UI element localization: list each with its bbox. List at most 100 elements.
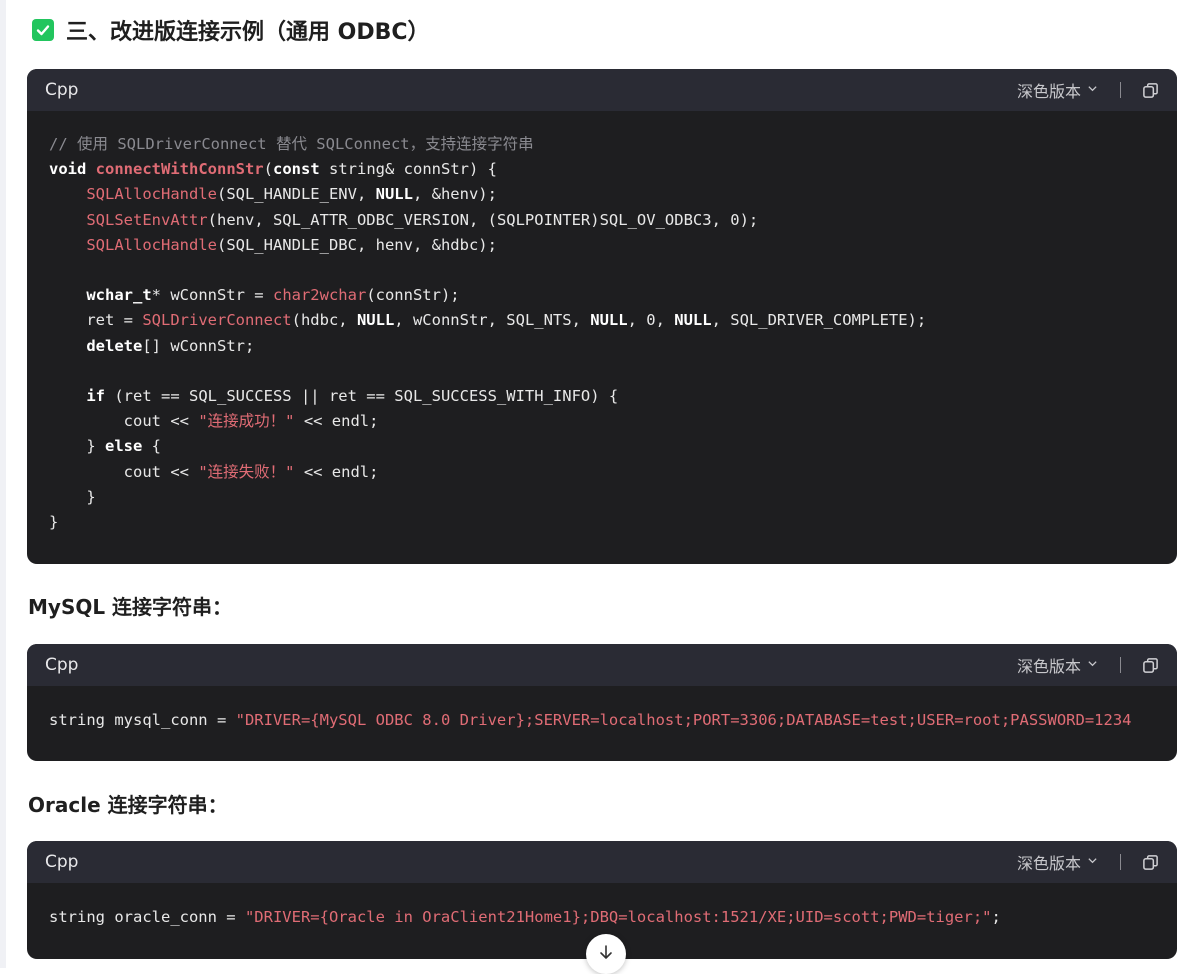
- code-token: string oracle_conn =: [49, 908, 245, 926]
- code-token: [] wConnStr;: [142, 336, 255, 355]
- code-line: // 使用 SQLDriverConnect 替代 SQLConnect，支持连…: [49, 135, 534, 153]
- code-token: (: [263, 160, 273, 179]
- code-line: string oracle_conn = "DRIVER={Oracle in …: [49, 908, 1001, 926]
- arrow-down-icon: [597, 943, 615, 965]
- code-line: cout << "连接失败！" << endl;: [49, 462, 379, 481]
- code-token: cout <<: [49, 412, 199, 431]
- code-line: SQLAllocHandle(SQL_HANDLE_ENV, NULL, &he…: [49, 185, 497, 203]
- code-token: SQLAllocHandle: [86, 185, 217, 204]
- code-token: SQLSetEnvAttr: [86, 210, 208, 229]
- copy-icon[interactable]: [1141, 656, 1159, 674]
- code-token: "DRIVER={Oracle in OraClient21Home1};DBQ…: [244, 908, 992, 926]
- code-line: cout << "连接成功！" << endl;: [49, 412, 379, 431]
- divider: [1120, 657, 1121, 673]
- code-line: }: [49, 513, 58, 531]
- code-token: char2wchar: [272, 286, 367, 305]
- code-token: delete: [86, 336, 143, 355]
- scroll-to-bottom-button[interactable]: [586, 934, 626, 974]
- code-token: {: [142, 437, 161, 456]
- code-token: (SQL_HANDLE_ENV,: [216, 185, 376, 204]
- code-token: wchar_t: [86, 286, 152, 305]
- code-line: } else {: [49, 437, 161, 455]
- code-token: << endl;: [294, 412, 379, 431]
- subheading-mysql: MySQL 连接字符串：: [28, 595, 233, 619]
- code-language-label: Cpp: [45, 852, 79, 872]
- code-token: SQLDriverConnect: [142, 311, 292, 330]
- section-title: 三、改进版连接示例（通用 ODBC）: [66, 20, 430, 45]
- code-token: , &henv);: [412, 185, 497, 204]
- subheading-oracle: Oracle 连接字符串：: [28, 793, 228, 817]
- code-token: * wConnStr =: [151, 286, 273, 305]
- code-token: "连接失败！": [198, 462, 295, 481]
- code-token: NULL: [674, 311, 712, 330]
- code-token: ret =: [49, 311, 143, 330]
- code-token: , wConnStr, SQL_NTS,: [394, 311, 591, 330]
- code-token: (SQL_HANDLE_DBC, henv, &hdbc);: [216, 235, 497, 254]
- code-line: string mysql_conn = "DRIVER={MySQL ODBC …: [49, 711, 1132, 729]
- theme-select-label: 深色版本: [1016, 657, 1081, 676]
- code-body: // 使用 SQLDriverConnect 替代 SQLConnect，支持连…: [27, 111, 1177, 556]
- divider: [1120, 82, 1121, 98]
- code-line: SQLAllocHandle(SQL_HANDLE_DBC, henv, &hd…: [49, 236, 497, 254]
- code-body: string mysql_conn = "DRIVER={MySQL ODBC …: [27, 686, 1177, 754]
- code-actions: 深色版本: [1017, 78, 1159, 102]
- theme-select-button[interactable]: 深色版本: [1017, 850, 1098, 874]
- code-token: }: [49, 513, 59, 532]
- code-line: if (ret == SQL_SUCCESS || ret == SQL_SUC…: [49, 387, 618, 405]
- code-token: if: [86, 387, 105, 406]
- code-token: string& connStr) {: [319, 160, 497, 179]
- code-token: (henv, SQL_ATTR_ODBC_VERSION, (SQLPOINTE…: [207, 210, 759, 229]
- code-line: }: [49, 487, 96, 506]
- code-line: wchar_t* wConnStr = char2wchar(connStr);: [49, 286, 460, 305]
- code-header: Cpp 深色版本: [27, 841, 1177, 883]
- theme-select-label: 深色版本: [1016, 82, 1081, 101]
- code-token: "连接成功！": [198, 412, 295, 431]
- chevron-down-icon: [1087, 83, 1098, 97]
- code-line: void connectWithConnStr(const string& co…: [49, 160, 497, 178]
- check-square-icon: [32, 19, 54, 41]
- code-token: (hdbc,: [291, 311, 357, 330]
- code-header: Cpp 深色版本: [27, 644, 1177, 686]
- code-actions: 深色版本: [1017, 850, 1159, 874]
- chevron-down-icon: [1087, 855, 1098, 869]
- theme-select-button[interactable]: 深色版本: [1017, 78, 1098, 102]
- code-token: SQLAllocHandle: [86, 235, 217, 254]
- code-block-odbc-example: Cpp 深色版本 // 使用 SQLDriverConnect 替代 SQLCo…: [27, 69, 1177, 564]
- code-token: }: [49, 437, 105, 456]
- code-token: << endl;: [294, 462, 379, 481]
- code-line: ret = SQLDriverConnect(hdbc, NULL, wConn…: [49, 311, 926, 329]
- code-token: NULL: [356, 311, 395, 330]
- theme-select-label: 深色版本: [1016, 854, 1081, 873]
- copy-icon[interactable]: [1141, 81, 1159, 99]
- code-token: cout <<: [49, 462, 199, 481]
- code-token: (ret == SQL_SUCCESS || ret == SQL_SUCCES…: [105, 387, 619, 406]
- left-edge-strip: [0, 0, 6, 968]
- code-token: ;: [991, 908, 1001, 926]
- theme-select-button[interactable]: 深色版本: [1017, 653, 1098, 677]
- code-token: void: [49, 160, 87, 179]
- code-token: }: [49, 487, 96, 506]
- code-language-label: Cpp: [45, 655, 79, 675]
- code-language-label: Cpp: [45, 80, 79, 100]
- code-token: , 0,: [627, 311, 675, 330]
- code-block-mysql: Cpp 深色版本 string mysql_conn = "DRIVER={My…: [27, 644, 1177, 761]
- code-token: (connStr);: [366, 286, 460, 305]
- code-token: string mysql_conn =: [49, 711, 236, 729]
- code-token: else: [105, 437, 143, 456]
- chevron-down-icon: [1087, 658, 1098, 672]
- code-token: NULL: [375, 185, 413, 204]
- copy-icon[interactable]: [1141, 853, 1159, 871]
- code-token: "DRIVER={MySQL ODBC 8.0 Driver};SERVER=l…: [235, 711, 1132, 729]
- code-line: delete[] wConnStr;: [49, 337, 254, 355]
- code-actions: 深色版本: [1017, 653, 1159, 677]
- code-token: connectWithConnStr: [95, 160, 264, 179]
- code-line: SQLSetEnvAttr(henv, SQL_ATTR_ODBC_VERSIO…: [49, 211, 758, 229]
- code-token: NULL: [590, 311, 628, 330]
